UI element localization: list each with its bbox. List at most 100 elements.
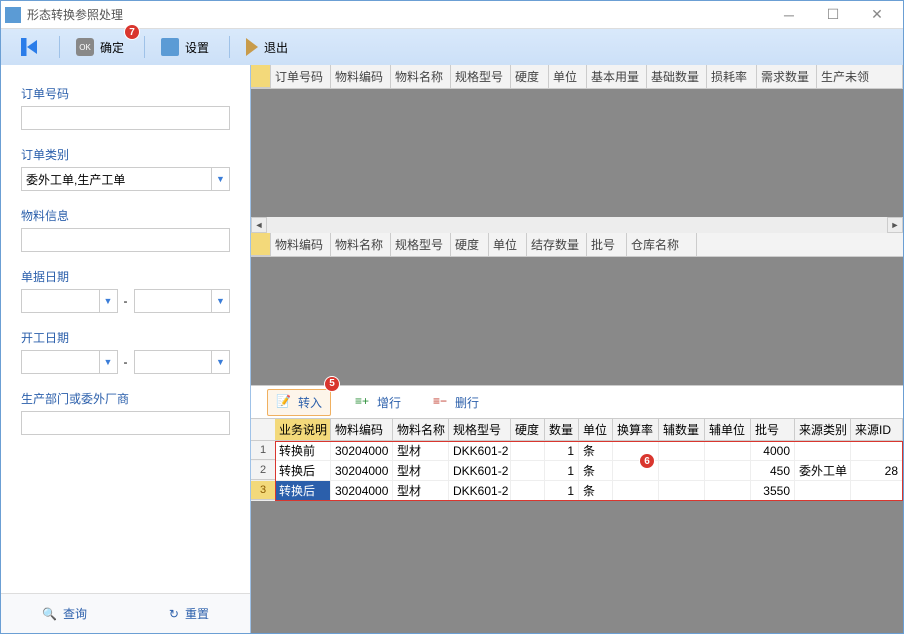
col-loss-rate[interactable]: 损耗率 (707, 65, 757, 88)
col-dqty[interactable]: 数量 (545, 419, 579, 441)
cell-spec[interactable]: DKK601-2 (449, 441, 511, 460)
cell-code[interactable]: 30204000 (331, 441, 393, 460)
cell-desc[interactable]: 转换后 (275, 461, 331, 480)
col-drate[interactable]: 换算率 (613, 419, 659, 441)
cell-unit[interactable]: 条 (579, 461, 613, 480)
exit-button[interactable]: 退出 (236, 34, 298, 60)
cell-unit[interactable]: 条 (579, 441, 613, 460)
scroll-left-icon[interactable]: ◄ (251, 217, 267, 233)
col-dauxunit[interactable]: 辅单位 (705, 419, 751, 441)
delrow-button[interactable]: ≡− 删行 (425, 390, 487, 415)
row-num-header[interactable] (251, 419, 275, 441)
cell-hard[interactable] (511, 481, 545, 500)
row-number[interactable]: 2 (251, 461, 275, 480)
cell-aux_unit[interactable] (705, 481, 751, 500)
col-prod-unreceived[interactable]: 生产未领 (817, 65, 903, 88)
col-munit[interactable]: 单位 (489, 233, 527, 256)
first-button[interactable] (11, 34, 49, 60)
cell-desc[interactable]: 转换前 (275, 441, 331, 460)
doc-date-from[interactable]: ▼ (21, 289, 118, 313)
cell-hard[interactable] (511, 461, 545, 480)
order-no-input[interactable] (21, 106, 230, 130)
col-base-qty[interactable]: 基础数量 (647, 65, 707, 88)
table-row[interactable]: 1转换前30204000型材DKK601-21条4000 (251, 441, 903, 461)
cell-unit[interactable]: 条 (579, 481, 613, 500)
cell-src_id[interactable] (851, 481, 903, 500)
cell-src_type[interactable]: 委外工单 (795, 461, 851, 480)
row-selector-header[interactable] (251, 65, 271, 88)
col-dspec[interactable]: 规格型号 (449, 419, 511, 441)
cell-qty[interactable]: 1 (545, 481, 579, 500)
settings-button[interactable]: 设置 (151, 34, 219, 60)
col-dauxqty[interactable]: 辅数量 (659, 419, 705, 441)
col-mspec[interactable]: 规格型号 (391, 233, 451, 256)
col-hardness[interactable]: 硬度 (511, 65, 549, 88)
cell-src_id[interactable]: 28 (851, 461, 903, 480)
maximize-button[interactable]: ☐ (811, 2, 855, 28)
col-material-code[interactable]: 物料编码 (331, 65, 391, 88)
orders-grid-body[interactable] (251, 89, 903, 217)
cell-aux_unit[interactable] (705, 461, 751, 480)
cell-aux_qty[interactable] (659, 461, 705, 480)
col-dhard[interactable]: 硬度 (511, 419, 545, 441)
col-base-usage[interactable]: 基本用量 (587, 65, 647, 88)
col-material-name[interactable]: 物料名称 (391, 65, 451, 88)
cell-spec[interactable]: DKK601-2 (449, 461, 511, 480)
addrow-button[interactable]: ≡+ 增行 (347, 390, 409, 415)
col-mcode[interactable]: 物料编码 (271, 233, 331, 256)
cell-rate[interactable] (613, 481, 659, 500)
cell-desc[interactable]: 转换后 (275, 481, 331, 500)
reset-button[interactable]: ↻ 重置 (159, 601, 219, 626)
row-selector-header[interactable] (251, 233, 271, 256)
col-batch[interactable]: 批号 (587, 233, 627, 256)
cell-aux_qty[interactable] (659, 441, 705, 460)
col-order-no[interactable]: 订单号码 (271, 65, 331, 88)
cell-src_type[interactable] (795, 481, 851, 500)
col-demand-qty[interactable]: 需求数量 (757, 65, 817, 88)
col-balance[interactable]: 结存数量 (527, 233, 587, 256)
col-dname[interactable]: 物料名称 (393, 419, 449, 441)
orders-hscroll[interactable]: ◄ ► (251, 217, 903, 233)
cell-code[interactable]: 30204000 (331, 481, 393, 500)
cell-name[interactable]: 型材 (393, 461, 449, 480)
zhuanru-button[interactable]: 📝 转入 5 (267, 389, 331, 416)
cell-batch[interactable]: 4000 (751, 441, 795, 460)
query-button[interactable]: 🔍 查询 (32, 601, 97, 626)
col-dsrctype[interactable]: 来源类别 (795, 419, 851, 441)
doc-date-to[interactable]: ▼ (134, 289, 231, 313)
row-number[interactable]: 3 (251, 481, 275, 500)
cell-batch[interactable]: 450 (751, 461, 795, 480)
scroll-right-icon[interactable]: ► (887, 217, 903, 233)
cell-qty[interactable]: 1 (545, 461, 579, 480)
confirm-button[interactable]: 确定 7 (66, 34, 134, 60)
material-input[interactable] (21, 228, 230, 252)
close-button[interactable]: ✕ (855, 2, 899, 28)
table-row[interactable]: 3转换后30204000型材DKK601-21条3550 (251, 481, 903, 501)
dept-input[interactable] (21, 411, 230, 435)
cell-code[interactable]: 30204000 (331, 461, 393, 480)
col-mhard[interactable]: 硬度 (451, 233, 489, 256)
col-spec[interactable]: 规格型号 (451, 65, 511, 88)
table-row[interactable]: 2转换后30204000型材DKK601-2 1条 450委外工单28 (251, 461, 903, 481)
cell-aux_unit[interactable] (705, 441, 751, 460)
cell-spec[interactable]: DKK601-2 (449, 481, 511, 500)
stock-grid-body[interactable] (251, 257, 903, 385)
cell-name[interactable]: 型材 (393, 441, 449, 460)
col-desc[interactable]: 业务说明 (275, 419, 331, 441)
order-type-combo[interactable]: 委外工单,生产工单 ▼ (21, 167, 230, 191)
start-date-to[interactable]: ▼ (134, 350, 231, 374)
cell-hard[interactable] (511, 441, 545, 460)
col-unit[interactable]: 单位 (549, 65, 587, 88)
cell-src_type[interactable] (795, 441, 851, 460)
cell-qty[interactable]: 1 (545, 441, 579, 460)
row-number[interactable]: 1 (251, 441, 275, 460)
start-date-from[interactable]: ▼ (21, 350, 118, 374)
col-dcode[interactable]: 物料编码 (331, 419, 393, 441)
col-warehouse[interactable]: 仓库名称 (627, 233, 697, 256)
col-dsrcid[interactable]: 来源ID (851, 419, 903, 441)
col-dbatch[interactable]: 批号 (751, 419, 795, 441)
cell-batch[interactable]: 3550 (751, 481, 795, 500)
cell-aux_qty[interactable] (659, 481, 705, 500)
cell-src_id[interactable] (851, 441, 903, 460)
minimize-button[interactable]: ─ (767, 2, 811, 28)
